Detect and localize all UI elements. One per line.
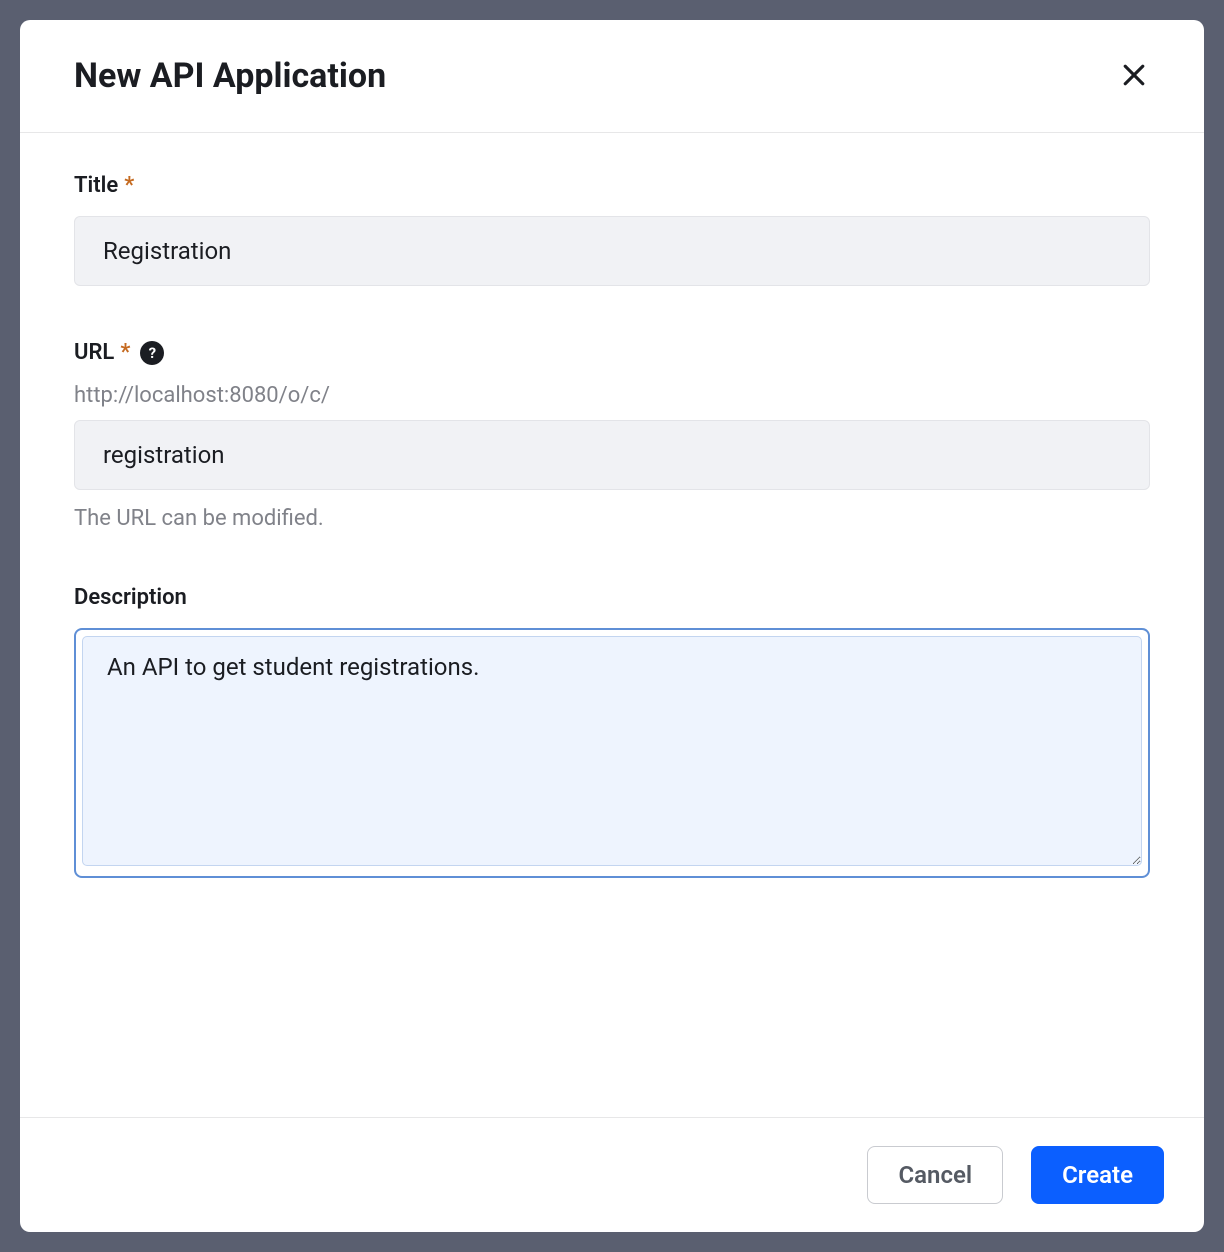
title-field: Title * [74, 173, 1150, 286]
title-label-row: Title * [74, 173, 1150, 198]
description-label-row: Description [74, 585, 1150, 610]
new-api-application-modal: New API Application Title * URL * ? [20, 20, 1204, 1232]
description-label: Description [74, 585, 187, 610]
help-icon[interactable]: ? [140, 341, 164, 365]
description-textarea[interactable] [82, 636, 1142, 866]
close-button[interactable] [1112, 54, 1156, 98]
create-button[interactable]: Create [1031, 1146, 1164, 1204]
cancel-button[interactable]: Cancel [867, 1146, 1003, 1204]
url-prefix-hint: http://localhost:8080/o/c/ [74, 383, 1150, 408]
title-input[interactable] [74, 216, 1150, 286]
url-input[interactable] [74, 420, 1150, 490]
url-help-text: The URL can be modified. [74, 506, 1150, 531]
description-focus-ring [74, 628, 1150, 878]
required-indicator: * [120, 342, 130, 364]
close-icon [1119, 60, 1149, 93]
required-indicator: * [124, 175, 134, 197]
modal-footer: Cancel Create [20, 1117, 1204, 1232]
url-label-row: URL * ? [74, 340, 1150, 365]
url-label: URL [74, 340, 114, 365]
modal-header: New API Application [20, 20, 1204, 133]
modal-title: New API Application [74, 56, 386, 96]
modal-body: Title * URL * ? http://localhost:8080/o/… [20, 133, 1204, 1117]
title-label: Title [74, 173, 118, 198]
url-field: URL * ? http://localhost:8080/o/c/ The U… [74, 340, 1150, 531]
description-field: Description [74, 585, 1150, 878]
